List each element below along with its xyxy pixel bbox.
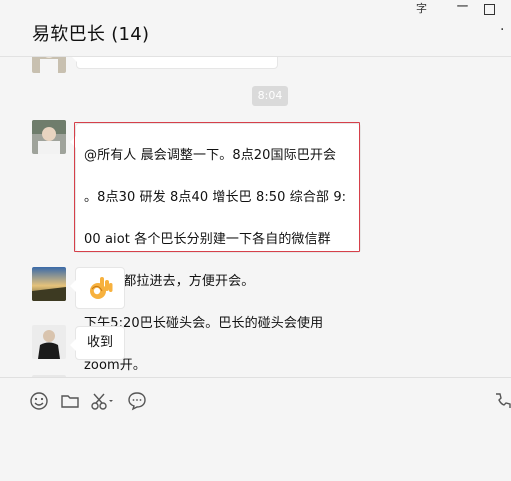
message-line: zoom开。 bbox=[84, 358, 146, 373]
chat-history[interactable]: 8:04 @所有人 晨会调整一下。8点20国际巴开会 。8点30 研发 8点40… bbox=[0, 57, 511, 377]
input-toolbar bbox=[0, 377, 511, 422]
avatar-person-icon bbox=[32, 325, 66, 359]
message-bubble[interactable] bbox=[70, 267, 125, 309]
title-bar: 易软巴长 (14) 字 ー · bbox=[0, 0, 511, 57]
ok-hand-icon bbox=[90, 277, 113, 299]
pin-button[interactable]: 字 bbox=[416, 2, 427, 16]
avatar[interactable] bbox=[32, 267, 66, 301]
message-line: 00 aiot 各个巴长分别建一下各自的微信群 bbox=[84, 232, 331, 247]
avatar[interactable] bbox=[32, 120, 66, 154]
message-bubble[interactable]: 收到 bbox=[70, 326, 125, 360]
message-input-area[interactable] bbox=[0, 421, 511, 481]
message-line: 。8点30 研发 8点40 增长巴 8:50 综合部 9: bbox=[84, 190, 347, 205]
message-bubble[interactable] bbox=[71, 57, 278, 69]
avatar-person-icon bbox=[32, 120, 66, 154]
message-line: @所有人 晨会调整一下。8点20国际巴开会 bbox=[84, 148, 337, 163]
chat-title: 易软巴长 (14) bbox=[32, 24, 150, 45]
emoji-icon[interactable] bbox=[29, 391, 49, 411]
phone-icon[interactable] bbox=[492, 391, 511, 411]
more-options-button[interactable]: · bbox=[500, 22, 504, 38]
scissors-icon[interactable] bbox=[90, 391, 116, 411]
message-text: 收到 bbox=[86, 335, 113, 350]
folder-icon[interactable] bbox=[60, 391, 80, 411]
avatar[interactable] bbox=[32, 325, 66, 359]
avatar[interactable] bbox=[32, 57, 66, 73]
minimize-button[interactable]: ー bbox=[456, 1, 469, 15]
timestamp-chip: 8:04 bbox=[252, 86, 288, 106]
avatar-image-icon bbox=[32, 57, 66, 73]
maximize-button[interactable] bbox=[484, 4, 495, 15]
chat-bubble-icon[interactable] bbox=[127, 391, 147, 411]
avatar-landscape-icon bbox=[32, 267, 66, 301]
